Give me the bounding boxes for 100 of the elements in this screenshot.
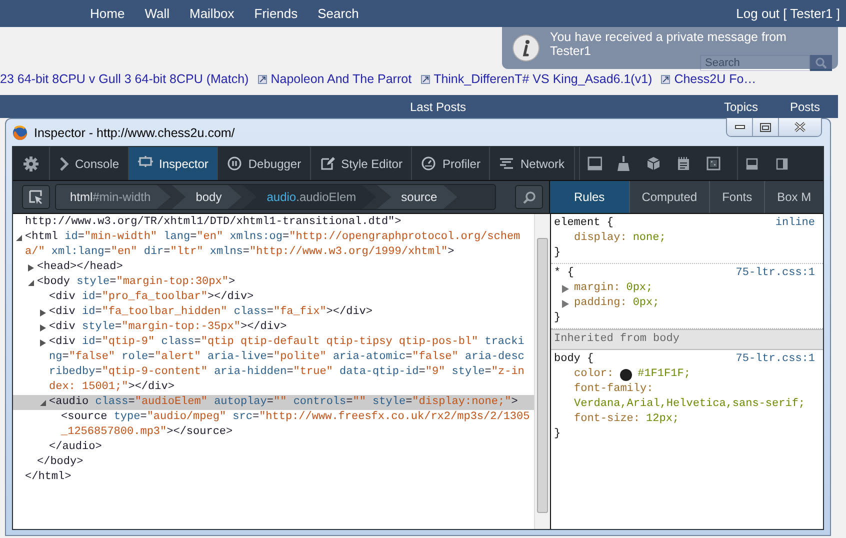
css-property-value[interactable]: none; bbox=[632, 231, 666, 246]
css-property-value[interactable]: 0px; bbox=[632, 296, 660, 311]
css-property-value[interactable]: #1F1F1F; bbox=[638, 367, 690, 382]
breadcrumb[interactable]: body bbox=[172, 185, 242, 209]
markup-node[interactable]: <div id="pro_fa_toolbar"></div> bbox=[13, 290, 534, 305]
dock-bottom-icon bbox=[746, 158, 758, 170]
nav-link[interactable]: Mailbox bbox=[189, 6, 234, 21]
markup-node[interactable]: <div id="fa_toolbar_hidden" class="fa_fix"></div> bbox=[13, 305, 534, 320]
window-title: Inspector - http://www.chess2u.com/ bbox=[34, 126, 235, 140]
stylesheet-link[interactable]: 75-ltr.css:1 bbox=[736, 266, 815, 281]
breadcrumb[interactable]: source bbox=[377, 185, 458, 209]
css-property-name: color: bbox=[574, 367, 614, 382]
notepad-icon bbox=[676, 156, 691, 171]
sidebar-tab[interactable]: Box M bbox=[765, 181, 816, 213]
expanded-twisty-icon[interactable] bbox=[39, 398, 47, 406]
markup-text: <div id="qtip-9" class="qtip qtip-default qtip-tipsy qtip-pos-bl" tracking="false" role="alert" aria-live="polite" aria-atomic="false" aria-describedby="qtip-9-content" aria-hidden="true" data-qtip-id="9" style="z-index: 15001;"></div> bbox=[49, 335, 526, 395]
frame-icon bbox=[706, 156, 721, 171]
link-icon bbox=[661, 74, 670, 84]
notification-message: You have received a private message from Tester1 bbox=[550, 30, 788, 58]
chevron-icon bbox=[59, 156, 69, 172]
pointer-icon bbox=[29, 190, 43, 204]
markup-node[interactable]: <head></head> bbox=[13, 260, 534, 275]
expanded-twisty-icon[interactable] bbox=[27, 278, 35, 286]
collapsed-twisty-icon[interactable] bbox=[39, 338, 47, 346]
devtools-tab[interactable]: Style Editor bbox=[311, 147, 412, 180]
nav-link[interactable]: Friends bbox=[254, 6, 298, 21]
topic-link[interactable]: Napoleon And The Parrot bbox=[270, 72, 412, 86]
markup-text: <div id="pro_fa_toolbar"></div> bbox=[49, 290, 255, 305]
collapsed-twisty-icon[interactable] bbox=[39, 308, 47, 316]
markup-text: http://www.w3.org/TR/xhtml1/DTD/xhtml1-transitional.dtd"> bbox=[25, 215, 402, 230]
devtools-tab[interactable]: Inspector bbox=[129, 147, 218, 180]
collapsed-twisty-icon[interactable] bbox=[27, 264, 35, 272]
close-icon bbox=[794, 122, 806, 132]
css-property-name: display: bbox=[574, 231, 627, 246]
topic-link[interactable]: Think_DifferenT# VS King_Asad6.1(v1) bbox=[434, 72, 652, 86]
markup-text: <body style="margin-top:30px"> bbox=[37, 275, 236, 290]
maximize-button[interactable] bbox=[753, 118, 779, 136]
settings-icon bbox=[23, 156, 39, 172]
devtools-tab[interactable]: Network bbox=[490, 147, 574, 180]
css-property-name: padding: bbox=[574, 296, 627, 311]
devtools-tab[interactable]: Debugger bbox=[218, 147, 312, 180]
css-property-value[interactable]: 12px; bbox=[646, 412, 680, 427]
css-property-value[interactable]: 0px; bbox=[626, 281, 653, 296]
link-icon bbox=[258, 74, 267, 84]
edit-icon bbox=[320, 156, 336, 171]
expanded-twisty-icon[interactable] bbox=[15, 234, 23, 242]
search-icon bbox=[522, 190, 536, 204]
nav-link[interactable]: Wall bbox=[144, 6, 170, 21]
collapsed-twisty-icon[interactable] bbox=[39, 324, 47, 332]
link-icon bbox=[420, 74, 430, 84]
css-selector: element { bbox=[554, 216, 614, 231]
scrollbar[interactable] bbox=[534, 214, 550, 529]
minimize-icon bbox=[734, 125, 744, 129]
markup-node[interactable]: <body style="margin-top:30px"> bbox=[13, 275, 534, 290]
closing-tag: </html> bbox=[25, 470, 534, 485]
topic-link[interactable]: Chess2U Fo… bbox=[674, 72, 756, 86]
cube-icon bbox=[646, 156, 661, 171]
pause-icon bbox=[227, 156, 242, 171]
markup-node[interactable]: <div style="margin-top:-35px"></div> bbox=[13, 320, 534, 335]
collapsed-twisty-icon[interactable] bbox=[562, 285, 569, 293]
collapsed-twisty-icon[interactable] bbox=[562, 300, 569, 308]
css-property-name: font-size: bbox=[574, 412, 640, 427]
breadcrumb[interactable]: audio.audioElem bbox=[242, 185, 376, 209]
brush-icon bbox=[616, 156, 631, 171]
css-property-name: font-family: bbox=[574, 382, 654, 397]
maximize-icon bbox=[760, 122, 771, 132]
css-property-value[interactable]: Verdana,Arial,Helvetica,sans-serif; bbox=[574, 397, 806, 412]
info-icon bbox=[512, 34, 540, 62]
closing-tag: </audio> bbox=[49, 440, 534, 455]
minimize-button[interactable] bbox=[727, 118, 753, 136]
stylesheet-link[interactable]: 75-ltr.css:1 bbox=[736, 352, 815, 367]
element-picker-button[interactable] bbox=[22, 185, 50, 209]
gauge-icon bbox=[421, 156, 436, 171]
close-button[interactable] bbox=[779, 118, 821, 136]
stylesheet-link[interactable]: inline bbox=[775, 216, 815, 231]
markup-node[interactable]: http://www.w3.org/TR/xhtml1/DTD/xhtml1-transitional.dtd"> bbox=[13, 215, 534, 230]
network-icon bbox=[499, 156, 514, 171]
markup-text: <div style="margin-top:-35px"></div> bbox=[49, 320, 288, 335]
sidebar-tab[interactable]: Fonts bbox=[710, 181, 766, 213]
breadcrumb[interactable]: html#min-width bbox=[56, 185, 171, 209]
css-property-name: margin: bbox=[574, 281, 620, 296]
markup-text: <div id="fa_toolbar_hidden" class="fa_fix"></div> bbox=[49, 305, 374, 320]
topic-link[interactable]: 23 64-bit 8CPU v Gull 3 64-bit 8CPU (Match) bbox=[0, 72, 249, 86]
closing-tag: </body> bbox=[37, 455, 534, 470]
nav-link[interactable]: Home bbox=[90, 6, 125, 21]
search-button[interactable] bbox=[515, 185, 543, 209]
sidebar-tab[interactable]: Rules bbox=[550, 181, 630, 213]
devtools-tab[interactable]: Profiler bbox=[412, 147, 490, 180]
inherited-header: Inherited from body bbox=[551, 329, 823, 350]
sidebar-tab[interactable]: Computed bbox=[630, 181, 710, 213]
color-swatch[interactable] bbox=[620, 368, 632, 380]
dock-side-icon bbox=[776, 158, 788, 170]
css-selector: body { bbox=[554, 352, 594, 367]
nav-link[interactable]: Search bbox=[318, 6, 359, 21]
closing-brace: } bbox=[554, 311, 562, 326]
panel-icon bbox=[586, 156, 602, 171]
markup-text: <head></head> bbox=[37, 260, 124, 275]
scrollbar-thumb[interactable] bbox=[537, 238, 548, 513]
column-header: Posts bbox=[790, 100, 820, 114]
logout-link[interactable]: Log out [ Tester1 ] bbox=[736, 6, 840, 21]
